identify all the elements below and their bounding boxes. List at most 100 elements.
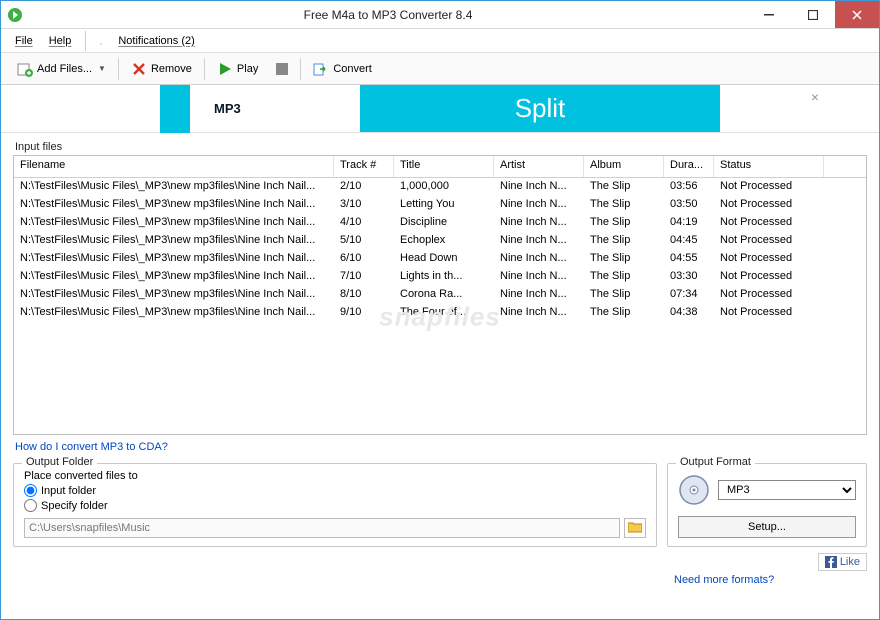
cell-duration: 03:56 bbox=[664, 179, 714, 195]
toolbar: Add Files... ▼ Remove Play Convert bbox=[1, 53, 879, 85]
col-duration[interactable]: Dura... bbox=[664, 156, 714, 177]
output-path-field[interactable] bbox=[24, 518, 620, 538]
table-row[interactable]: N:\TestFiles\Music Files\_MP3\new mp3fil… bbox=[14, 232, 866, 250]
cell-duration: 04:45 bbox=[664, 233, 714, 249]
play-button[interactable]: Play bbox=[209, 58, 266, 80]
toolbar-separator bbox=[204, 58, 205, 80]
cell-artist: Nine Inch N... bbox=[494, 179, 584, 195]
menu-notifications[interactable]: Notifications (2) bbox=[85, 31, 206, 51]
convert-icon bbox=[313, 61, 329, 77]
cell-album: The Slip bbox=[584, 251, 664, 267]
output-format-legend: Output Format bbox=[676, 456, 755, 468]
radio-specify-folder-label: Specify folder bbox=[41, 500, 108, 512]
cell-filename: N:\TestFiles\Music Files\_MP3\new mp3fil… bbox=[14, 287, 334, 303]
format-select[interactable]: MP3 bbox=[718, 480, 856, 500]
close-button[interactable] bbox=[835, 1, 879, 28]
clipboard-icon bbox=[94, 34, 108, 48]
menu-file[interactable]: File bbox=[9, 33, 39, 49]
table-row[interactable]: N:\TestFiles\Music Files\_MP3\new mp3fil… bbox=[14, 196, 866, 214]
table-row[interactable]: N:\TestFiles\Music Files\_MP3\new mp3fil… bbox=[14, 268, 866, 286]
col-artist[interactable]: Artist bbox=[494, 156, 584, 177]
add-files-label: Add Files... bbox=[37, 63, 92, 75]
cell-status: Not Processed bbox=[714, 179, 824, 195]
place-files-label: Place converted files to bbox=[24, 470, 646, 482]
fb-like-label: Like bbox=[840, 556, 860, 568]
cell-status: Not Processed bbox=[714, 251, 824, 267]
banner-close-icon[interactable]: × bbox=[811, 89, 819, 105]
output-format-group: Output Format MP3 Setup... bbox=[667, 463, 867, 547]
banner-left: MP3 bbox=[160, 85, 360, 132]
radio-specify-folder-input[interactable] bbox=[24, 499, 37, 512]
col-album[interactable]: Album bbox=[584, 156, 664, 177]
minimize-button[interactable] bbox=[747, 1, 791, 28]
cell-duration: 04:19 bbox=[664, 215, 714, 231]
cell-track: 4/10 bbox=[334, 215, 394, 231]
cell-status: Not Processed bbox=[714, 287, 824, 303]
setup-button[interactable]: Setup... bbox=[678, 516, 856, 538]
menu-help[interactable]: Help bbox=[43, 33, 78, 49]
table-row[interactable]: N:\TestFiles\Music Files\_MP3\new mp3fil… bbox=[14, 178, 866, 196]
more-formats-link[interactable]: Need more formats? bbox=[672, 568, 776, 592]
col-track[interactable]: Track # bbox=[334, 156, 394, 177]
table-row[interactable]: N:\TestFiles\Music Files\_MP3\new mp3fil… bbox=[14, 250, 866, 268]
table-row[interactable]: N:\TestFiles\Music Files\_MP3\new mp3fil… bbox=[14, 214, 866, 232]
cell-track: 7/10 bbox=[334, 269, 394, 285]
toolbar-separator bbox=[300, 58, 301, 80]
dropdown-arrow-icon: ▼ bbox=[98, 64, 106, 73]
cell-status: Not Processed bbox=[714, 233, 824, 249]
cell-filename: N:\TestFiles\Music Files\_MP3\new mp3fil… bbox=[14, 233, 334, 249]
cell-album: The Slip bbox=[584, 269, 664, 285]
title-bar: Free M4a to MP3 Converter 8.4 bbox=[1, 1, 879, 29]
add-files-button[interactable]: Add Files... ▼ bbox=[9, 58, 114, 80]
cell-title: Lights in th... bbox=[394, 269, 494, 285]
cell-filename: N:\TestFiles\Music Files\_MP3\new mp3fil… bbox=[14, 269, 334, 285]
cell-filename: N:\TestFiles\Music Files\_MP3\new mp3fil… bbox=[14, 179, 334, 195]
cell-artist: Nine Inch N... bbox=[494, 287, 584, 303]
toolbar-separator bbox=[118, 58, 119, 80]
table-body: N:\TestFiles\Music Files\_MP3\new mp3fil… bbox=[14, 178, 866, 322]
cell-title: Echoplex bbox=[394, 233, 494, 249]
cd-icon bbox=[678, 474, 710, 506]
window-title: Free M4a to MP3 Converter 8.4 bbox=[29, 8, 747, 22]
output-folder-legend: Output Folder bbox=[22, 456, 97, 468]
convert-button[interactable]: Convert bbox=[305, 58, 380, 80]
cell-artist: Nine Inch N... bbox=[494, 269, 584, 285]
add-files-icon bbox=[17, 61, 33, 77]
banner-mp3-label: MP3 bbox=[214, 89, 274, 129]
cell-filename: N:\TestFiles\Music Files\_MP3\new mp3fil… bbox=[14, 215, 334, 231]
table-header: Filename Track # Title Artist Album Dura… bbox=[14, 156, 866, 178]
stop-icon bbox=[276, 63, 288, 75]
radio-specify-folder[interactable]: Specify folder bbox=[24, 499, 646, 512]
stop-button[interactable] bbox=[268, 60, 296, 78]
convert-label: Convert bbox=[333, 63, 372, 75]
radio-input-folder-input[interactable] bbox=[24, 484, 37, 497]
banner-accent bbox=[160, 85, 190, 133]
cell-track: 3/10 bbox=[334, 197, 394, 213]
facebook-like-button[interactable]: Like bbox=[818, 553, 867, 571]
input-files-label: Input files bbox=[15, 141, 867, 153]
table-row[interactable]: N:\TestFiles\Music Files\_MP3\new mp3fil… bbox=[14, 304, 866, 322]
cell-album: The Slip bbox=[584, 215, 664, 231]
cell-artist: Nine Inch N... bbox=[494, 233, 584, 249]
cell-title: Corona Ra... bbox=[394, 287, 494, 303]
cell-album: The Slip bbox=[584, 233, 664, 249]
cell-duration: 04:55 bbox=[664, 251, 714, 267]
cell-track: 2/10 bbox=[334, 179, 394, 195]
cell-filename: N:\TestFiles\Music Files\_MP3\new mp3fil… bbox=[14, 305, 334, 321]
col-status[interactable]: Status bbox=[714, 156, 824, 177]
cell-duration: 03:30 bbox=[664, 269, 714, 285]
remove-button[interactable]: Remove bbox=[123, 58, 200, 80]
cell-album: The Slip bbox=[584, 197, 664, 213]
cell-album: The Slip bbox=[584, 179, 664, 195]
cell-title: 1,000,000 bbox=[394, 179, 494, 195]
radio-input-folder[interactable]: Input folder bbox=[24, 484, 646, 497]
browse-folder-button[interactable] bbox=[624, 518, 646, 538]
col-filename[interactable]: Filename bbox=[14, 156, 334, 177]
col-title[interactable]: Title bbox=[394, 156, 494, 177]
ad-banner[interactable]: MP3 Split × bbox=[1, 85, 879, 133]
cell-filename: N:\TestFiles\Music Files\_MP3\new mp3fil… bbox=[14, 197, 334, 213]
table-row[interactable]: N:\TestFiles\Music Files\_MP3\new mp3fil… bbox=[14, 286, 866, 304]
maximize-button[interactable] bbox=[791, 1, 835, 28]
cell-album: The Slip bbox=[584, 287, 664, 303]
cell-artist: Nine Inch N... bbox=[494, 251, 584, 267]
